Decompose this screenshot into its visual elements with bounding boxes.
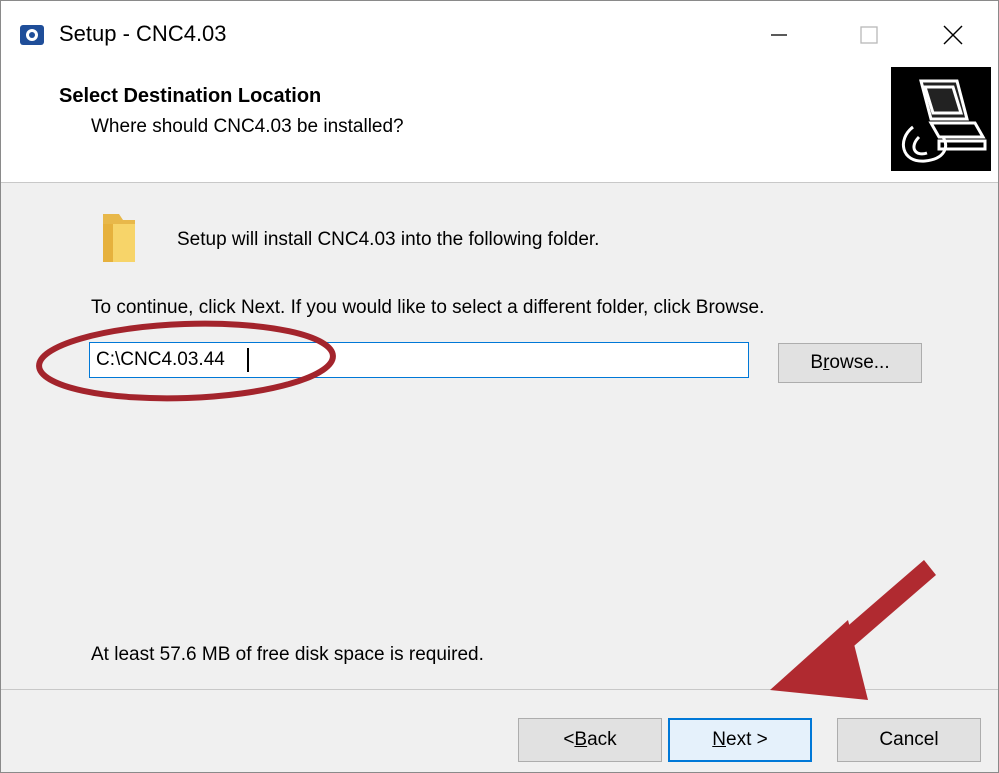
window-title: Setup - CNC4.03 xyxy=(59,21,227,46)
close-button[interactable] xyxy=(908,1,998,69)
browse-label-post: owse... xyxy=(829,352,890,373)
text-caret xyxy=(247,348,249,372)
back-label-pre: < xyxy=(563,729,575,750)
maximize-button[interactable] xyxy=(824,1,914,69)
wizard-header: Select Destination Location Where should… xyxy=(1,67,998,183)
install-folder-text: Setup will install CNC4.03 into the foll… xyxy=(177,229,600,250)
computer-install-icon xyxy=(891,67,991,171)
cancel-label: Cancel xyxy=(879,729,939,750)
next-button[interactable]: Next > xyxy=(668,718,812,762)
next-label-accel: N xyxy=(712,729,726,750)
next-label-post: ext > xyxy=(726,729,768,750)
disk-space-requirement: At least 57.6 MB of free disk space is r… xyxy=(91,644,484,665)
close-icon xyxy=(943,25,963,45)
minimize-icon xyxy=(771,34,787,36)
browse-button[interactable]: Br owse... xyxy=(778,343,922,383)
continue-instructions: To continue, click Next. If you would li… xyxy=(91,297,765,318)
minimize-button[interactable] xyxy=(734,1,824,69)
cancel-button[interactable]: Cancel xyxy=(837,718,981,762)
destination-path-input[interactable] xyxy=(89,342,749,378)
title-bar[interactable]: Setup - CNC4.03 xyxy=(1,1,998,69)
browse-label-pre: B xyxy=(810,352,824,373)
setup-window: Setup - CNC4.03 Select Destination Locat… xyxy=(0,0,999,773)
back-button[interactable]: < Back xyxy=(518,718,662,762)
folder-icon xyxy=(103,214,135,262)
maximize-icon xyxy=(860,26,878,44)
back-label-accel: B xyxy=(574,729,588,750)
page-title: Select Destination Location xyxy=(59,85,322,107)
footer-divider xyxy=(1,689,998,690)
back-label-post: ack xyxy=(587,729,617,750)
setup-app-icon xyxy=(20,25,44,45)
page-subtitle: Where should CNC4.03 be installed? xyxy=(91,116,404,137)
